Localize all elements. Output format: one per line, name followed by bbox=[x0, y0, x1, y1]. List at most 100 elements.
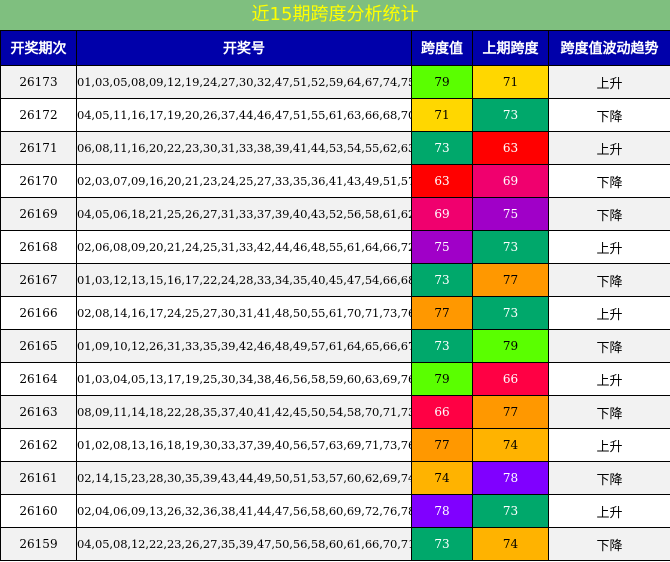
cell-issue: 26165 bbox=[0, 329, 77, 363]
cell-issue: 26159 bbox=[0, 527, 77, 561]
cell-issue: 26172 bbox=[0, 98, 77, 132]
table-row: 26170 02,03,07,09,16,20,21,23,24,25,27,33… bbox=[0, 164, 670, 198]
cell-prev-span: 73 bbox=[472, 230, 549, 264]
table-row: 26168 02,06,08,09,20,21,24,25,31,33,42,44… bbox=[0, 230, 670, 264]
cell-span: 66 bbox=[411, 395, 473, 429]
cell-prev-span: 66 bbox=[472, 362, 549, 396]
cell-issue: 26164 bbox=[0, 362, 77, 396]
cell-issue: 26166 bbox=[0, 296, 77, 330]
header-trend: 跨度值波动趋势 bbox=[548, 30, 670, 66]
cell-numbers: 08,09,11,14,18,22,28,35,37,40,41,42,45,5… bbox=[76, 395, 412, 429]
table-row: 26166 02,08,14,16,17,24,25,27,30,31,41,48… bbox=[0, 296, 670, 330]
cell-prev-span: 74 bbox=[472, 428, 549, 462]
header-prev-span: 上期跨度 bbox=[472, 30, 549, 66]
cell-trend: 下降 bbox=[548, 527, 670, 561]
cell-span: 74 bbox=[411, 461, 473, 495]
cell-prev-span: 79 bbox=[472, 329, 549, 363]
cell-issue: 26160 bbox=[0, 494, 77, 528]
cell-span: 77 bbox=[411, 296, 473, 330]
table-row: 26169 04,05,06,18,21,25,26,27,31,33,37,39… bbox=[0, 197, 670, 231]
cell-numbers: 02,04,06,09,13,26,32,36,38,41,44,47,56,5… bbox=[76, 494, 412, 528]
table-row: 26173 01,03,05,08,09,12,19,24,27,30,32,47… bbox=[0, 65, 670, 99]
table-body: 26173 01,03,05,08,09,12,19,24,27,30,32,47… bbox=[0, 65, 670, 561]
cell-span: 79 bbox=[411, 362, 473, 396]
cell-trend: 上升 bbox=[548, 362, 670, 396]
cell-issue: 26163 bbox=[0, 395, 77, 429]
table-row: 26163 08,09,11,14,18,22,28,35,37,40,41,42… bbox=[0, 395, 670, 429]
cell-prev-span: 73 bbox=[472, 494, 549, 528]
table-row: 26165 01,09,10,12,26,31,33,35,39,42,46,48… bbox=[0, 329, 670, 363]
cell-prev-span: 63 bbox=[472, 131, 549, 165]
cell-prev-span: 77 bbox=[472, 263, 549, 297]
cell-issue: 26170 bbox=[0, 164, 77, 198]
cell-trend: 下降 bbox=[548, 461, 670, 495]
cell-prev-span: 71 bbox=[472, 65, 549, 99]
cell-prev-span: 69 bbox=[472, 164, 549, 198]
cell-trend: 上升 bbox=[548, 494, 670, 528]
table-row: 26162 01,02,08,13,16,18,19,30,33,37,39,40… bbox=[0, 428, 670, 462]
cell-span: 77 bbox=[411, 428, 473, 462]
cell-trend: 上升 bbox=[548, 296, 670, 330]
table-row: 26167 01,03,12,13,15,16,17,22,24,28,33,34… bbox=[0, 263, 670, 297]
cell-prev-span: 77 bbox=[472, 395, 549, 429]
cell-trend: 下降 bbox=[548, 329, 670, 363]
cell-numbers: 04,05,11,16,17,19,20,26,37,44,46,47,51,5… bbox=[76, 98, 412, 132]
cell-numbers: 01,03,12,13,15,16,17,22,24,28,33,34,35,4… bbox=[76, 263, 412, 297]
cell-span: 78 bbox=[411, 494, 473, 528]
cell-trend: 上升 bbox=[548, 65, 670, 99]
cell-issue: 26171 bbox=[0, 131, 77, 165]
cell-span: 73 bbox=[411, 131, 473, 165]
cell-prev-span: 73 bbox=[472, 98, 549, 132]
cell-span: 73 bbox=[411, 329, 473, 363]
cell-numbers: 02,03,07,09,16,20,21,23,24,25,27,33,35,3… bbox=[76, 164, 412, 198]
cell-trend: 下降 bbox=[548, 395, 670, 429]
cell-numbers: 06,08,11,16,20,22,23,30,31,33,38,39,41,4… bbox=[76, 131, 412, 165]
cell-numbers: 01,03,05,08,09,12,19,24,27,30,32,47,51,5… bbox=[76, 65, 412, 99]
cell-numbers: 04,05,08,12,22,23,26,27,35,39,47,50,56,5… bbox=[76, 527, 412, 561]
cell-span: 73 bbox=[411, 527, 473, 561]
header-numbers: 开奖号 bbox=[76, 30, 412, 66]
cell-numbers: 02,06,08,09,20,21,24,25,31,33,42,44,46,4… bbox=[76, 230, 412, 264]
cell-trend: 下降 bbox=[548, 263, 670, 297]
cell-span: 71 bbox=[411, 98, 473, 132]
cell-span: 63 bbox=[411, 164, 473, 198]
header-issue: 开奖期次 bbox=[0, 30, 77, 66]
cell-trend: 上升 bbox=[548, 428, 670, 462]
cell-issue: 26167 bbox=[0, 263, 77, 297]
page-title: 近15期跨度分析统计 bbox=[0, 0, 670, 30]
cell-numbers: 02,14,15,23,28,30,35,39,43,44,49,50,51,5… bbox=[76, 461, 412, 495]
table-row: 26164 01,03,04,05,13,17,19,25,30,34,38,46… bbox=[0, 362, 670, 396]
cell-issue: 26169 bbox=[0, 197, 77, 231]
table-row: 26171 06,08,11,16,20,22,23,30,31,33,38,39… bbox=[0, 131, 670, 165]
cell-trend: 上升 bbox=[548, 230, 670, 264]
cell-numbers: 02,08,14,16,17,24,25,27,30,31,41,48,50,5… bbox=[76, 296, 412, 330]
cell-issue: 26173 bbox=[0, 65, 77, 99]
cell-issue: 26168 bbox=[0, 230, 77, 264]
span-table: 开奖期次 开奖号 跨度值 上期跨度 跨度值波动趋势 26173 01,03,05,… bbox=[0, 30, 670, 561]
cell-trend: 下降 bbox=[548, 197, 670, 231]
cell-prev-span: 73 bbox=[472, 296, 549, 330]
header-span: 跨度值 bbox=[411, 30, 473, 66]
cell-numbers: 01,03,04,05,13,17,19,25,30,34,38,46,56,5… bbox=[76, 362, 412, 396]
cell-prev-span: 78 bbox=[472, 461, 549, 495]
table-row: 26161 02,14,15,23,28,30,35,39,43,44,49,50… bbox=[0, 461, 670, 495]
cell-span: 73 bbox=[411, 263, 473, 297]
cell-span: 69 bbox=[411, 197, 473, 231]
table-header-row: 开奖期次 开奖号 跨度值 上期跨度 跨度值波动趋势 bbox=[0, 30, 670, 66]
cell-prev-span: 75 bbox=[472, 197, 549, 231]
cell-trend: 下降 bbox=[548, 164, 670, 198]
cell-numbers: 01,09,10,12,26,31,33,35,39,42,46,48,49,5… bbox=[76, 329, 412, 363]
cell-trend: 下降 bbox=[548, 98, 670, 132]
cell-numbers: 04,05,06,18,21,25,26,27,31,33,37,39,40,4… bbox=[76, 197, 412, 231]
cell-prev-span: 74 bbox=[472, 527, 549, 561]
cell-issue: 26162 bbox=[0, 428, 77, 462]
table-row: 26160 02,04,06,09,13,26,32,36,38,41,44,47… bbox=[0, 494, 670, 528]
cell-numbers: 01,02,08,13,16,18,19,30,33,37,39,40,56,5… bbox=[76, 428, 412, 462]
cell-span: 79 bbox=[411, 65, 473, 99]
cell-span: 75 bbox=[411, 230, 473, 264]
span-analysis-page: 近15期跨度分析统计 开奖期次 开奖号 跨度值 上期跨度 跨度值波动趋势 261… bbox=[0, 0, 670, 562]
table-row: 26159 04,05,08,12,22,23,26,27,35,39,47,50… bbox=[0, 527, 670, 561]
cell-issue: 26161 bbox=[0, 461, 77, 495]
cell-trend: 上升 bbox=[548, 131, 670, 165]
table-row: 26172 04,05,11,16,17,19,20,26,37,44,46,47… bbox=[0, 98, 670, 132]
